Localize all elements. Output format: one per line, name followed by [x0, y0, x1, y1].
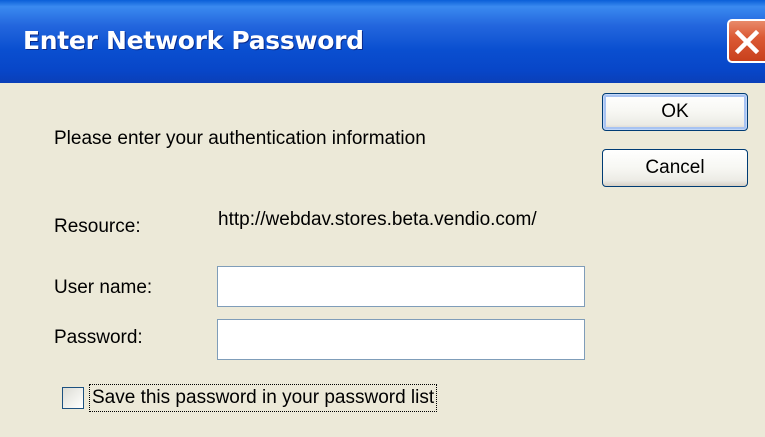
resource-label: Resource:: [54, 216, 141, 237]
prompt-text: Please enter your authentication informa…: [54, 128, 426, 149]
title-bar[interactable]: Enter Network Password: [0, 0, 765, 83]
network-password-dialog: Enter Network Password Please enter your…: [0, 0, 765, 437]
password-input[interactable]: [217, 319, 585, 360]
close-button[interactable]: [727, 19, 765, 63]
save-password-label[interactable]: Save this password in your password list: [89, 384, 438, 412]
cancel-button[interactable]: Cancel: [602, 149, 748, 187]
ok-button[interactable]: OK: [602, 93, 748, 131]
close-icon: [734, 29, 760, 55]
save-password-checkbox[interactable]: [62, 387, 84, 409]
username-input[interactable]: [217, 266, 585, 307]
dialog-title: Enter Network Password: [23, 26, 364, 55]
password-label: Password:: [54, 327, 143, 348]
username-label: User name:: [54, 277, 153, 298]
resource-value: http://webdav.stores.beta.vendio.com/: [218, 209, 537, 230]
